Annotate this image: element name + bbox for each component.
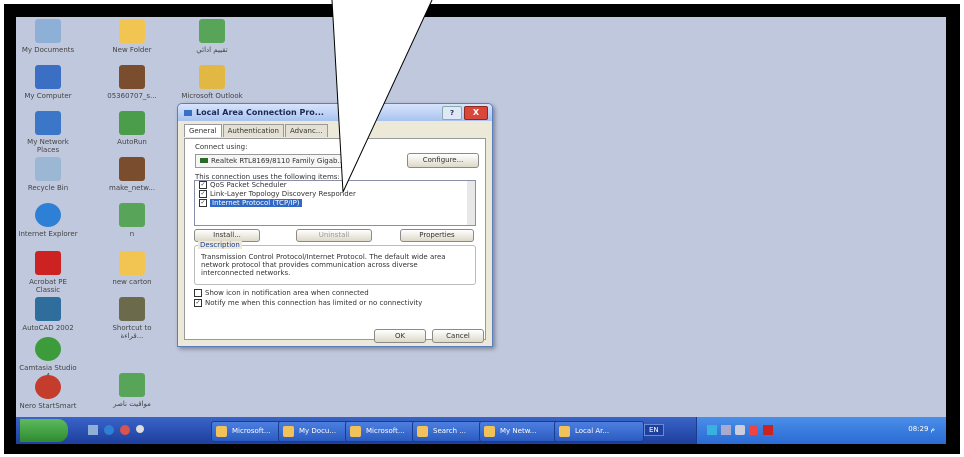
description-label: Description [198, 241, 242, 249]
callout-pointer [331, 0, 433, 193]
